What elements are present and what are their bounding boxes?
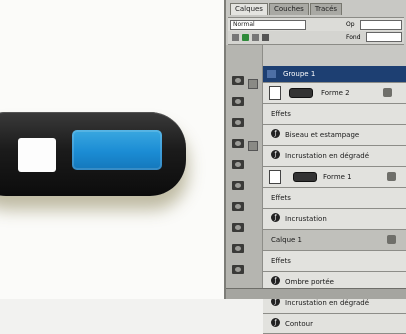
lock-all-icon[interactable] — [262, 34, 269, 41]
effect-name: Biseau et estampage — [285, 131, 360, 139]
layer-name: Forme 1 — [323, 173, 352, 181]
link-icon — [248, 141, 258, 151]
layer-name: Forme 2 — [321, 89, 350, 97]
layer-thumbnail — [269, 170, 281, 184]
layer-thumbnail — [269, 86, 281, 100]
effects-row[interactable]: Effets — [263, 104, 406, 125]
blend-mode-select[interactable]: Normal — [230, 20, 306, 30]
document-canvas[interactable] — [0, 0, 224, 299]
tab-calques[interactable]: Calques — [230, 3, 268, 15]
effect-icon: ƒ — [271, 318, 280, 327]
group-name: Groupe 1 — [283, 70, 316, 78]
visibility-eye-icon[interactable] — [232, 118, 244, 127]
lock-options-row: Fond — [228, 31, 404, 45]
effects-row[interactable]: Effets — [263, 188, 406, 209]
effect-name: Incrustation en dégradé — [285, 299, 370, 307]
effect-row-biseau[interactable]: ƒ Biseau et estampage — [263, 125, 406, 146]
fx-icon[interactable] — [383, 88, 392, 97]
folder-icon — [267, 70, 276, 78]
blend-options-row: Normal Op — [228, 17, 404, 31]
effect-row-incrustation[interactable]: ƒ Incrustation — [263, 209, 406, 230]
fill-field[interactable] — [366, 32, 402, 42]
effects-label: Effets — [271, 194, 291, 202]
visibility-eye-icon[interactable] — [232, 97, 244, 106]
visibility-eye-icon[interactable] — [232, 244, 244, 253]
layer-row-calque-1[interactable]: Calque 1 — [263, 230, 406, 251]
fx-icon[interactable] — [387, 172, 396, 181]
layer-group-header[interactable]: Groupe 1 — [263, 66, 406, 83]
effects-label: Effets — [271, 110, 291, 118]
layer-name: Calque 1 — [271, 236, 302, 244]
effect-icon: ƒ — [271, 213, 280, 222]
visibility-eye-icon[interactable] — [232, 202, 244, 211]
shape-thumbnail — [289, 88, 313, 98]
blue-glossy-rectangle — [72, 130, 162, 170]
visibility-eye-icon[interactable] — [232, 265, 244, 274]
effect-name: Incrustation — [285, 215, 327, 223]
effect-icon: ƒ — [271, 129, 280, 138]
layer-row-forme-2[interactable]: Forme 2 — [263, 83, 406, 104]
lock-transparency-icon[interactable] — [232, 34, 239, 41]
effect-name: Incrustation en dégradé — [285, 152, 370, 160]
layers-panel: Calques Couches Tracés Normal Op Fond Gr… — [224, 0, 406, 334]
opacity-label: Op — [346, 21, 355, 28]
effect-row-contour[interactable]: ƒ Contour — [263, 314, 406, 334]
layer-row-forme-1[interactable]: Forme 1 — [263, 167, 406, 188]
effect-icon: ƒ — [271, 276, 280, 285]
effects-row[interactable]: Effets — [263, 251, 406, 272]
panel-tabs: Calques Couches Tracés — [230, 3, 343, 15]
tab-couches[interactable]: Couches — [268, 3, 309, 15]
effect-name: Contour — [285, 320, 313, 328]
lock-image-icon[interactable] — [242, 34, 249, 41]
fill-label: Fond — [346, 34, 361, 41]
visibility-gutter — [226, 45, 263, 299]
effect-row-incrustation[interactable]: ƒ Incrustation en dégradé — [263, 146, 406, 167]
opacity-field[interactable] — [360, 20, 402, 30]
link-icon — [248, 79, 258, 89]
panel-bottom-bar — [226, 288, 406, 299]
effects-label: Effets — [271, 257, 291, 265]
visibility-eye-icon[interactable] — [232, 160, 244, 169]
effect-name: Ombre portée — [285, 278, 334, 286]
visibility-eye-icon[interactable] — [232, 76, 244, 85]
visibility-eye-icon[interactable] — [232, 139, 244, 148]
effect-icon: ƒ — [271, 150, 280, 159]
white-inset-rectangle — [18, 138, 56, 172]
lock-position-icon[interactable] — [252, 34, 259, 41]
visibility-eye-icon[interactable] — [232, 223, 244, 232]
shape-thumbnail — [293, 172, 317, 182]
visibility-eye-icon[interactable] — [232, 181, 244, 190]
layers-list: Groupe 1 Forme 2 Effets ƒ Biseau et esta… — [263, 45, 406, 334]
fx-icon[interactable] — [387, 235, 396, 244]
tab-traces[interactable]: Tracés — [309, 3, 343, 15]
